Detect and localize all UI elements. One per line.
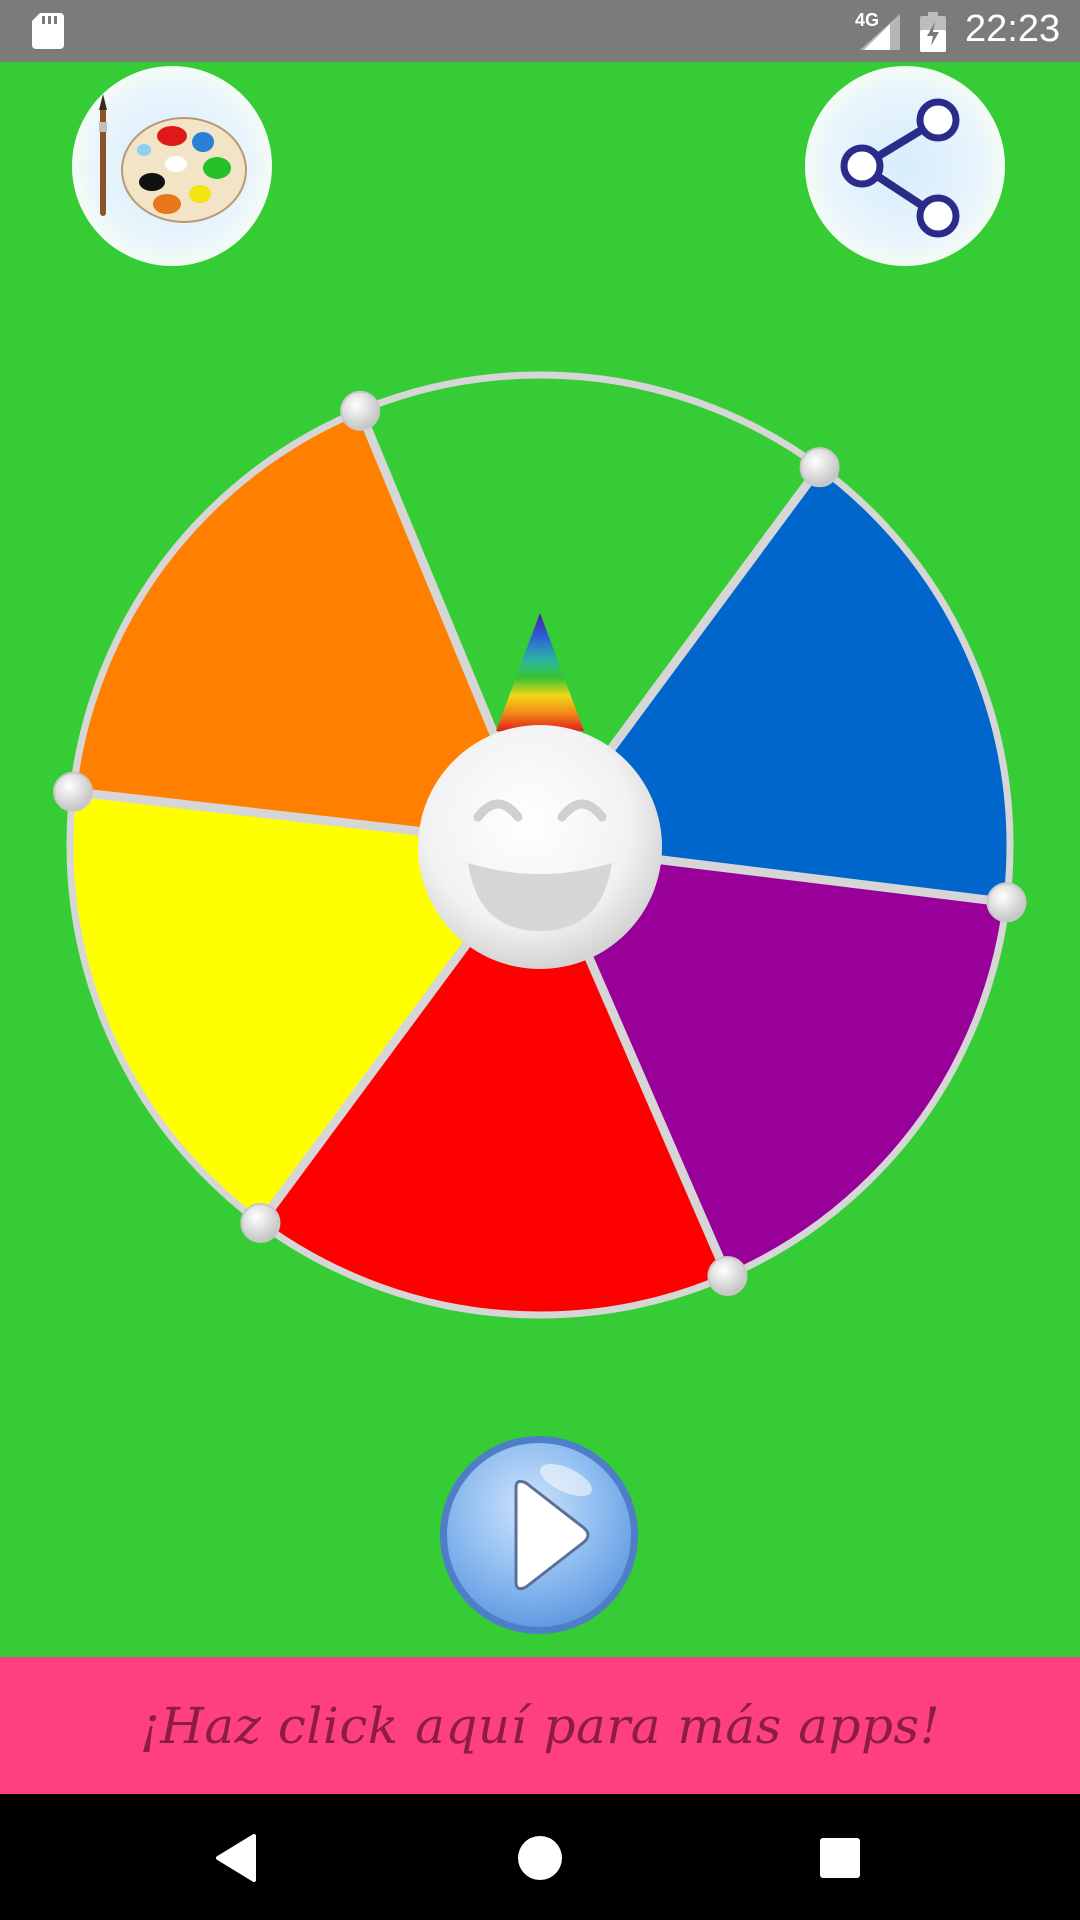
wheel-peg xyxy=(707,1256,748,1297)
share-icon xyxy=(840,98,960,238)
play-icon xyxy=(440,1436,638,1634)
recents-icon xyxy=(820,1838,860,1878)
more-apps-banner[interactable]: ¡Haz click aquí para más apps! xyxy=(0,1657,1080,1794)
back-icon xyxy=(216,1834,256,1882)
more-apps-text: ¡Haz click aquí para más apps! xyxy=(139,1696,941,1755)
color-wheel[interactable] xyxy=(50,355,1030,1335)
nav-back-button[interactable] xyxy=(210,1828,270,1888)
wheel-peg xyxy=(240,1202,281,1243)
battery-charging-icon xyxy=(920,12,946,56)
signal-icon xyxy=(860,14,900,54)
palette-icon xyxy=(99,94,247,223)
home-icon xyxy=(518,1836,562,1880)
navigation-bar xyxy=(0,1794,1080,1920)
wheel-peg xyxy=(799,447,840,488)
wheel-peg xyxy=(986,882,1027,923)
app-screen: 4G 22:23 ¡Haz click aquí para más apps! xyxy=(0,0,1080,1920)
nav-recents-button[interactable] xyxy=(810,1828,870,1888)
share-button[interactable] xyxy=(805,66,1005,266)
wheel-peg xyxy=(53,771,94,812)
status-clock: 22:23 xyxy=(965,8,1061,50)
nav-home-button[interactable] xyxy=(510,1828,570,1888)
sd-card-icon xyxy=(32,13,64,53)
wheel-graphic xyxy=(53,371,1027,1319)
palette-button[interactable] xyxy=(72,66,272,266)
play-button[interactable] xyxy=(436,1432,642,1638)
smiley-face-icon xyxy=(418,725,662,969)
status-bar: 4G 22:23 xyxy=(0,0,1080,62)
wheel-peg xyxy=(340,390,381,431)
